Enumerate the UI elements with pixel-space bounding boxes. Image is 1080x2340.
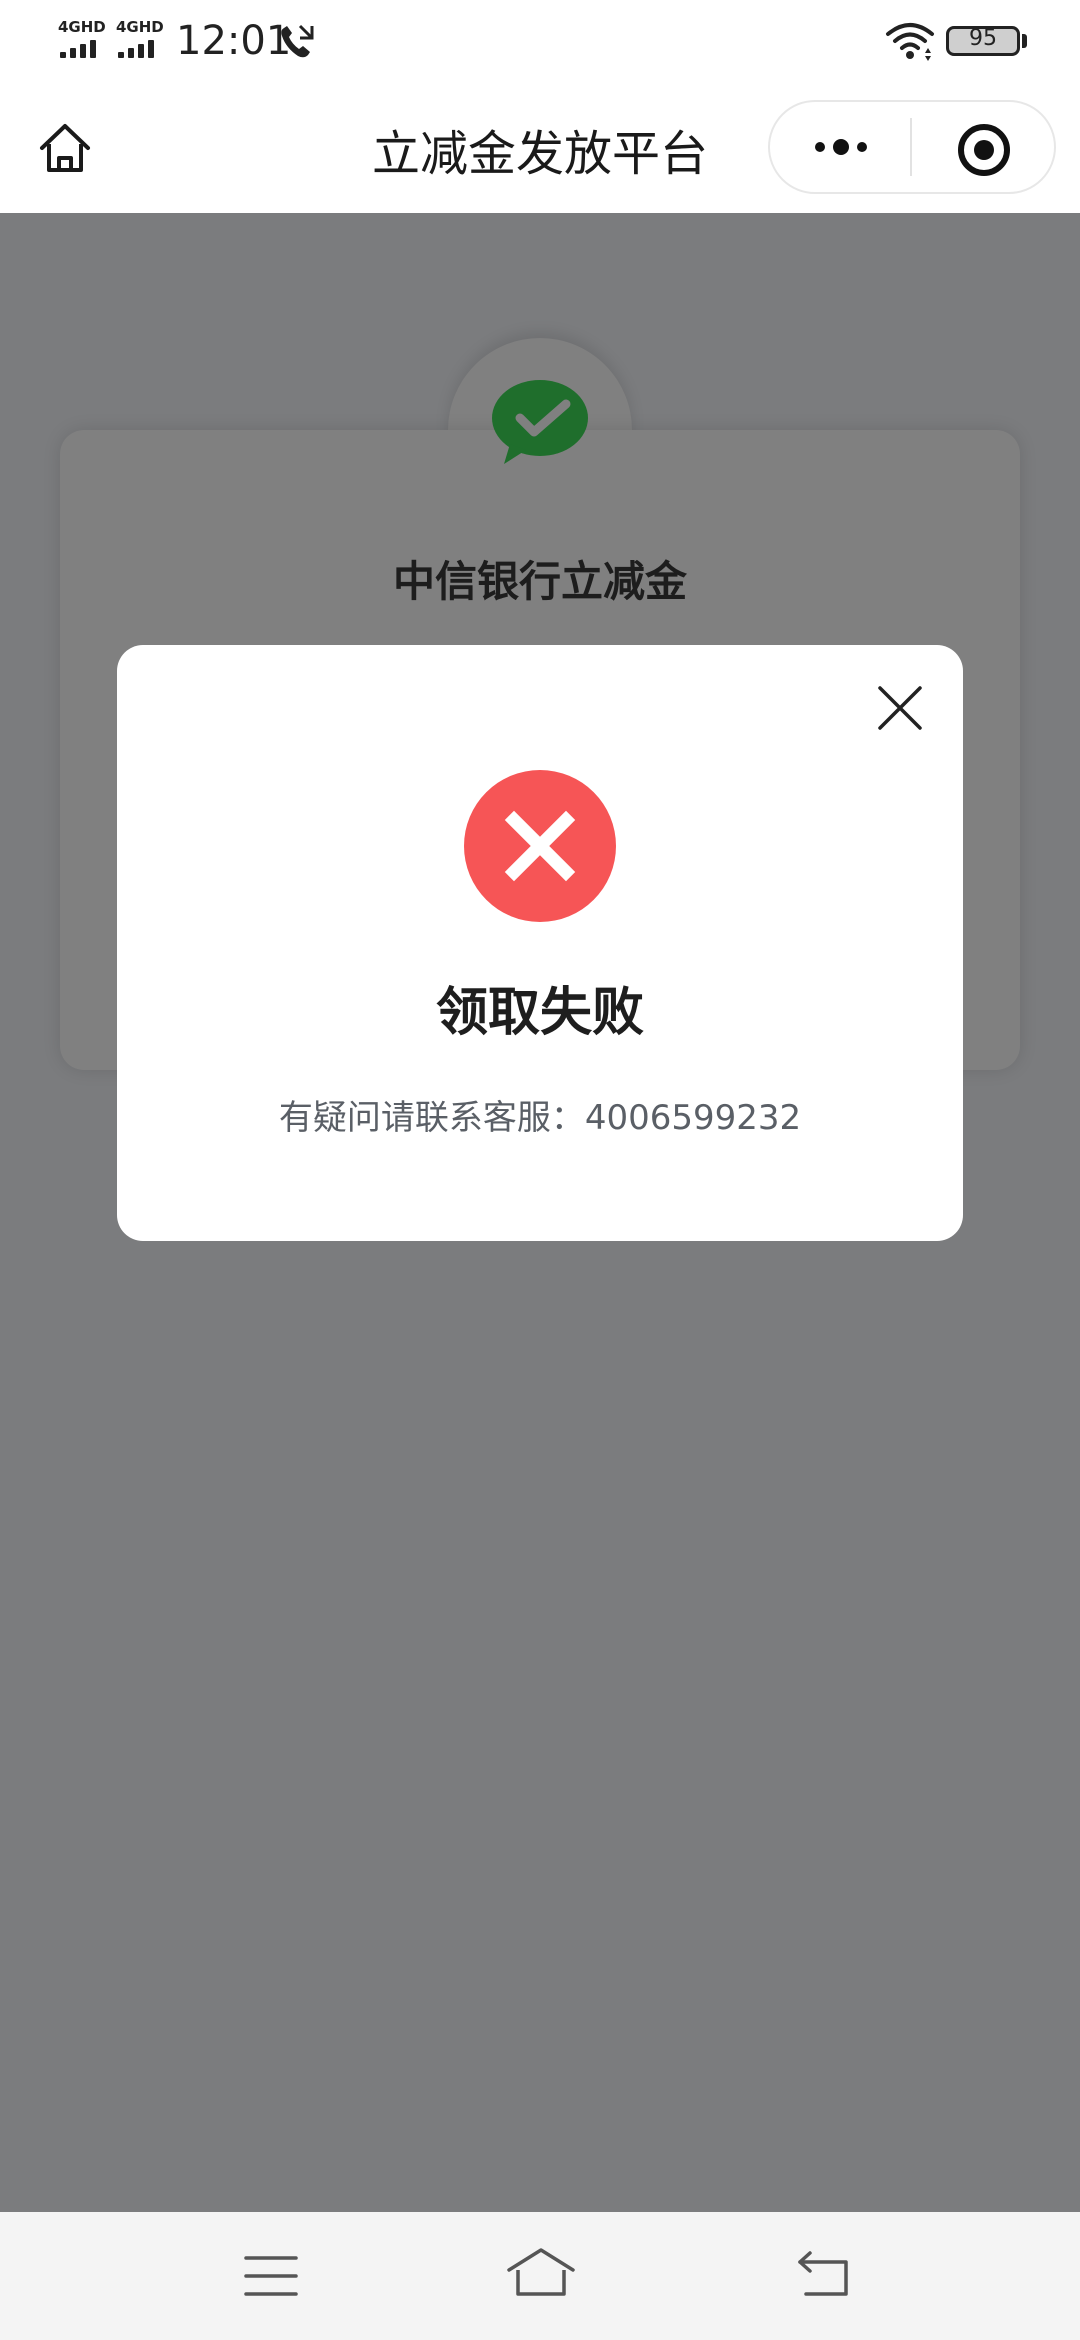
wifi-icon bbox=[886, 23, 934, 61]
page-title: 立减金发放平台 bbox=[371, 126, 708, 182]
signal-indicator-2: 4GHD bbox=[116, 18, 172, 62]
card-title: 中信银行立减金 bbox=[392, 557, 687, 606]
signal-bars-icon bbox=[118, 40, 168, 58]
modal-title: 领取失败 bbox=[435, 983, 644, 1043]
signal-label: 4GHD bbox=[58, 18, 106, 36]
signal-indicator-1: 4GHD bbox=[58, 18, 114, 62]
menu-icon[interactable] bbox=[244, 2254, 298, 2298]
status-time: 12:01 bbox=[176, 18, 292, 64]
home-nav-icon[interactable] bbox=[506, 2246, 576, 2298]
more-icon[interactable] bbox=[806, 130, 876, 164]
close-icon[interactable] bbox=[874, 682, 926, 734]
signal-label: 4GHD bbox=[116, 18, 164, 36]
target-icon[interactable] bbox=[956, 122, 1012, 178]
home-icon[interactable] bbox=[34, 118, 96, 180]
battery-level: 95 bbox=[969, 26, 997, 51]
result-modal bbox=[117, 645, 963, 1241]
modal-message: 有疑问请联系客服：4006599232 bbox=[278, 1098, 802, 1138]
wechat-pay-icon bbox=[492, 380, 588, 464]
call-icon bbox=[281, 24, 314, 58]
capsule-divider bbox=[910, 118, 912, 176]
back-icon[interactable] bbox=[796, 2250, 852, 2298]
battery-cap bbox=[1022, 34, 1027, 48]
error-icon bbox=[464, 770, 616, 922]
signal-bars-icon bbox=[60, 40, 110, 58]
